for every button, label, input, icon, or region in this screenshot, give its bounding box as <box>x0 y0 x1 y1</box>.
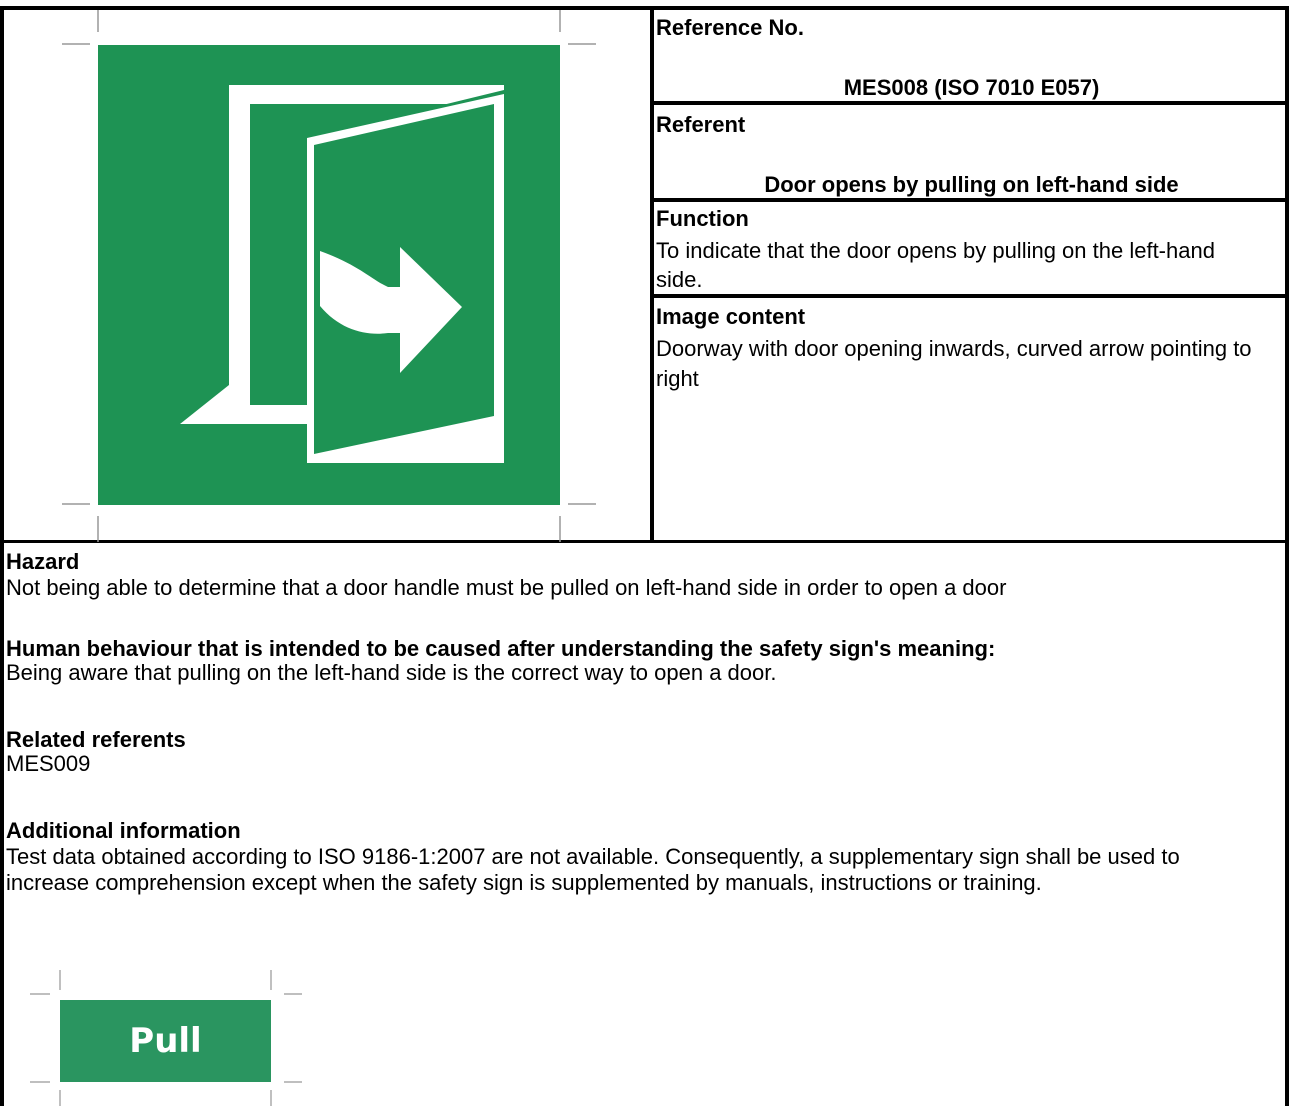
row-divider <box>650 294 1289 298</box>
related-text: MES009 <box>6 751 91 776</box>
reference-value: MES008 (ISO 7010 E057) <box>843 75 1100 100</box>
supplementary-sign: Pull <box>30 970 302 1106</box>
image-content-label: Image content <box>656 304 806 329</box>
pull-sign-label: Pull <box>129 1021 202 1061</box>
function-text: To indicate that the door opens by pulli… <box>656 238 1215 292</box>
referent-value: Door opens by pulling on left-hand side <box>764 172 1179 197</box>
row-divider <box>650 101 1289 105</box>
image-content-text: Doorway with door opening inwards, curve… <box>656 336 1252 391</box>
reference-label: Reference No. <box>656 15 804 40</box>
row-divider <box>650 198 1289 202</box>
behaviour-text: Being aware that pulling on the left-han… <box>6 660 777 685</box>
additional-text: Test data obtained according to ISO 9186… <box>6 844 1180 895</box>
additional-label: Additional information <box>6 818 241 843</box>
referent-label: Referent <box>656 112 746 137</box>
safety-sign <box>4 10 650 542</box>
related-label: Related referents <box>6 727 186 752</box>
hazard-label: Hazard <box>6 549 80 574</box>
function-label: Function <box>656 206 749 231</box>
behaviour-label: Human behaviour that is intended to be c… <box>6 636 996 661</box>
hazard-text: Not being able to determine that a door … <box>6 575 1007 600</box>
door-opens-pull-left-icon <box>62 10 596 542</box>
